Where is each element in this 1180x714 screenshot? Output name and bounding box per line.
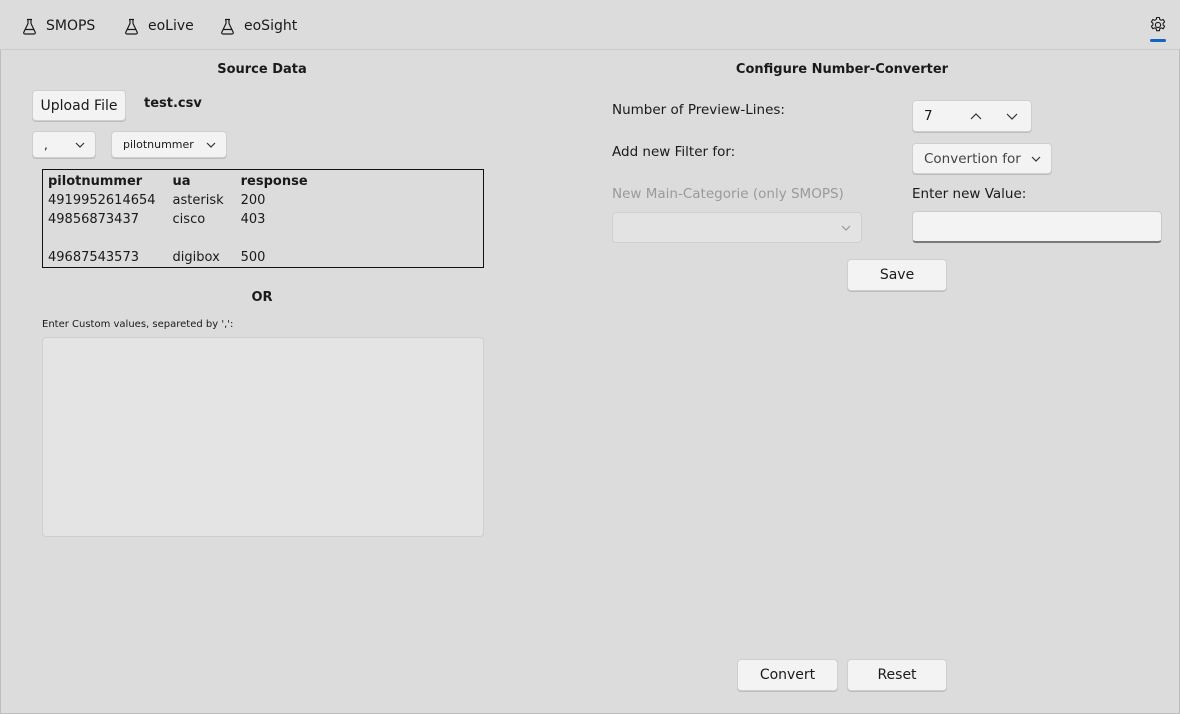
custom-values-textarea[interactable] bbox=[42, 337, 484, 537]
preview-lines-value: 7 bbox=[924, 108, 933, 124]
top-navigation: SMOPS eoLive eoSight bbox=[0, 0, 1180, 50]
chevron-down-icon bbox=[75, 142, 85, 148]
source-data-title: Source Data bbox=[217, 62, 307, 77]
filter-label: Add new Filter for: bbox=[612, 144, 736, 160]
table-header-row: pilotnummer ua response bbox=[48, 172, 308, 191]
table-cell: 403 bbox=[240, 212, 266, 227]
chevron-up-icon[interactable] bbox=[970, 112, 982, 121]
table-cell: 4919952614654 bbox=[48, 193, 156, 208]
column-dropdown[interactable]: pilotnummer bbox=[111, 131, 227, 158]
table-row: 4919952614654 asterisk 200 bbox=[48, 267, 308, 268]
convert-button[interactable]: Convert bbox=[737, 659, 838, 691]
table-cell: asterisk bbox=[172, 193, 224, 208]
column-value: pilotnummer bbox=[123, 138, 194, 151]
upload-file-button[interactable]: Upload File bbox=[32, 90, 126, 121]
nav-item-label: SMOPS bbox=[46, 18, 96, 34]
table-cell: cisco bbox=[172, 212, 206, 227]
gear-icon[interactable] bbox=[1148, 14, 1168, 36]
chevron-down-icon bbox=[206, 142, 216, 148]
preview-lines-stepper[interactable]: 7 bbox=[912, 100, 1032, 132]
flask-icon bbox=[221, 18, 234, 35]
table-cell: 4919952614654 bbox=[48, 267, 173, 268]
nav-item-smops[interactable]: SMOPS bbox=[22, 14, 95, 38]
filter-dropdown[interactable]: Convertion for bbox=[912, 143, 1052, 174]
preview-lines-label: Number of Preview-Lines: bbox=[612, 102, 785, 118]
main-category-label: New Main-Categorie (only SMOPS) bbox=[612, 186, 844, 202]
table-cell: digibox bbox=[172, 250, 220, 265]
table-row: 49687543573 digibox 500 bbox=[48, 248, 308, 267]
chevron-down-icon bbox=[1031, 156, 1041, 162]
active-tab-indicator bbox=[1150, 39, 1166, 42]
save-button[interactable]: Save bbox=[847, 259, 947, 291]
reset-button[interactable]: Reset bbox=[847, 659, 947, 691]
column-header: pilotnummer bbox=[48, 174, 143, 189]
chevron-down-icon bbox=[841, 225, 851, 231]
new-value-input[interactable] bbox=[912, 211, 1162, 243]
table-cell: 200 bbox=[241, 267, 308, 268]
new-value-label: Enter new Value: bbox=[912, 186, 1027, 202]
csv-preview-table[interactable]: pilotnummer ua response 4919952614654 as… bbox=[42, 169, 484, 268]
table-row: 4919952614654 asterisk 200 bbox=[48, 191, 308, 210]
nav-item-eosight[interactable]: eoSight bbox=[220, 14, 297, 38]
table-cell: 500 bbox=[240, 250, 266, 265]
chevron-down-icon[interactable] bbox=[1006, 112, 1018, 121]
flask-icon bbox=[125, 18, 138, 35]
nav-item-label: eoSight bbox=[244, 18, 298, 34]
table-cell: 49856873437 bbox=[48, 212, 139, 227]
nav-item-label: eoLive bbox=[148, 18, 194, 34]
nav-item-eolive[interactable]: eoLive bbox=[124, 14, 194, 38]
delimiter-value: , bbox=[44, 137, 48, 152]
flask-icon bbox=[23, 18, 36, 35]
table-row bbox=[48, 229, 308, 248]
table-cell: 49687543573 bbox=[48, 250, 139, 265]
table-row: 49856873437 cisco 403 bbox=[48, 210, 308, 229]
filter-value: Convertion for bbox=[924, 150, 1021, 167]
column-header: response bbox=[240, 174, 308, 189]
main-category-dropdown[interactable] bbox=[612, 212, 862, 243]
table-cell bbox=[241, 229, 308, 248]
table-cell: asterisk bbox=[173, 267, 241, 268]
table-cell: 200 bbox=[240, 193, 266, 208]
or-separator: OR bbox=[251, 290, 273, 305]
table-cell bbox=[173, 229, 241, 248]
table-cell bbox=[48, 229, 173, 248]
config-title: Configure Number-Converter bbox=[735, 62, 949, 77]
column-header: ua bbox=[172, 174, 191, 189]
delimiter-dropdown[interactable]: , bbox=[32, 131, 96, 158]
uploaded-filename: test.csv bbox=[144, 96, 202, 111]
custom-values-label: Enter Custom values, separeted by ',': bbox=[42, 319, 234, 330]
